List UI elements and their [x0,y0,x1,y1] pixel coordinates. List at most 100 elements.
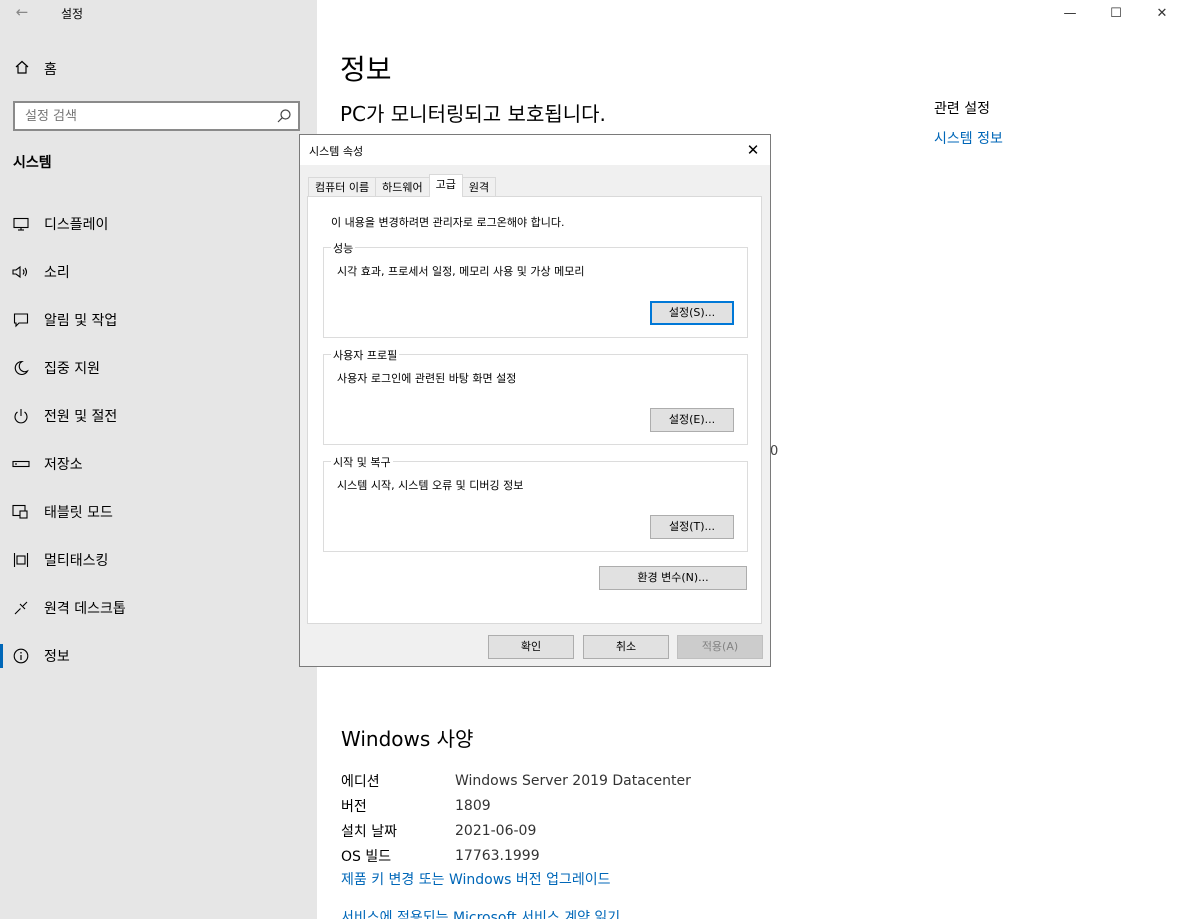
home-icon [12,59,32,79]
window-controls: — ☐ ✕ [1047,0,1185,26]
minimize-icon: — [1063,5,1077,21]
sidebar-item-label: 집중 지원 [44,361,100,377]
close-button[interactable]: ✕ [1139,0,1185,26]
system-info-link[interactable]: 시스템 정보 [934,128,1003,148]
related-settings-heading: 관련 설정 [934,101,990,117]
spec-row: OS 빌드 17763.1999 [341,843,691,868]
group-label: 성능 [331,240,356,256]
protection-status: PC가 모니터링되고 보호됩니다. [340,102,606,126]
environment-variables-button[interactable]: 환경 변수(N)... [599,566,747,590]
close-icon: ✕ [1156,5,1168,21]
group-label: 사용자 프로필 [331,347,400,363]
startup-recovery-group: 시작 및 복구 시스템 시작, 시스템 오류 및 디버깅 정보 설정(T)... [323,454,748,552]
section-title: 시스템 [13,155,52,171]
dialog-title-bar: 시스템 속성 ✕ [300,135,770,165]
sidebar-item-display[interactable]: 디스플레이 [0,200,317,248]
cancel-button[interactable]: 취소 [583,635,669,659]
info-icon [11,648,31,664]
group-description: 시각 효과, 프로세서 일정, 메모리 사용 및 가상 메모리 [337,265,585,278]
spec-key: 에디션 [341,773,380,790]
spec-row: 에디션 Windows Server 2019 Datacenter [341,768,691,793]
upgrade-link[interactable]: 제품 키 변경 또는 Windows 버전 업그레이드 [341,869,620,891]
search-icon[interactable] [276,108,292,124]
spec-row: 버전 1809 [341,793,691,818]
startup-recovery-settings-button[interactable]: 설정(T)... [650,515,734,539]
sidebar-item-label: 소리 [44,265,70,281]
app-title: 설정 [61,7,84,21]
group-description: 사용자 로그인에 관련된 바탕 화면 설정 [337,372,517,385]
partially-hidden-text: 0 [770,444,779,459]
remote-desktop-icon [11,600,31,616]
spec-row: 설치 날짜 2021-06-09 [341,818,691,843]
dialog-title: 시스템 속성 [309,145,364,158]
dialog-close-button[interactable]: ✕ [742,139,764,161]
sidebar-item-label: 홈 [44,62,57,78]
power-icon [11,408,31,424]
sidebar-item-remote-desktop[interactable]: 원격 데스크톱 [0,584,317,632]
multitasking-icon [11,552,31,568]
sidebar-item-multitasking[interactable]: 멀티태스킹 [0,536,317,584]
spec-key: 설치 날짜 [341,823,397,840]
spec-key: OS 빌드 [341,848,392,865]
tab-hardware[interactable]: 하드웨어 [375,177,430,197]
ok-button[interactable]: 확인 [488,635,574,659]
moon-icon [11,360,31,376]
search-box[interactable] [13,101,300,131]
related-settings: 관련 설정 시스템 정보 [934,98,1003,148]
minimize-button[interactable]: — [1047,0,1093,26]
windows-spec-table: 에디션 Windows Server 2019 Datacenter 버전 18… [341,768,691,868]
monitor-icon [11,217,31,231]
sidebar-item-label: 전원 및 절전 [44,409,118,425]
spec-value: 2021-06-09 [455,822,537,839]
back-arrow-icon: ← [15,3,29,21]
back-button[interactable]: ← [12,2,32,22]
sidebar-item-about[interactable]: 정보 [0,632,317,680]
group-label: 시작 및 복구 [331,454,393,470]
tab-remote[interactable]: 원격 [461,177,497,197]
sidebar-item-label: 태블릿 모드 [44,505,113,521]
user-profiles-settings-button[interactable]: 설정(E)... [650,408,734,432]
sidebar-item-label: 디스플레이 [44,217,109,233]
tablet-icon [11,504,31,520]
sidebar-item-label: 멀티태스킹 [44,553,109,569]
sidebar-nav: 디스플레이 소리 알림 및 작업 집중 지원 전원 및 절전 저장소 태블릿 모… [0,200,317,680]
performance-group: 성능 시각 효과, 프로세서 일정, 메모리 사용 및 가상 메모리 설정(S)… [323,240,748,338]
maximize-button[interactable]: ☐ [1093,0,1139,26]
sidebar-item-label: 알림 및 작업 [44,313,118,329]
sidebar-item-label: 저장소 [44,457,83,473]
page-title: 정보 [340,53,392,86]
sidebar-item-storage[interactable]: 저장소 [0,440,317,488]
sidebar-item-notifications[interactable]: 알림 및 작업 [0,296,317,344]
tab-advanced[interactable]: 고급 [428,174,463,197]
sidebar-item-label: 원격 데스크톱 [44,601,126,617]
speaker-icon [11,265,31,279]
spec-links: 제품 키 변경 또는 Windows 버전 업그레이드 서비스에 적용되는 Mi… [341,869,620,919]
spec-value: 1809 [455,797,491,814]
search-input[interactable] [15,103,260,129]
sidebar-item-home[interactable]: 홈 [0,54,317,84]
user-profiles-group: 사용자 프로필 사용자 로그인에 관련된 바탕 화면 설정 설정(E)... [323,347,748,445]
system-properties-dialog: 시스템 속성 ✕ 컴퓨터 이름 하드웨어 고급 원격 이 내용을 변경하려면 관… [299,134,771,667]
spec-value: Windows Server 2019 Datacenter [455,772,691,789]
notification-icon [11,312,31,328]
windows-spec-title: Windows 사양 [341,727,474,751]
maximize-icon: ☐ [1110,5,1122,21]
group-description: 시스템 시작, 시스템 오류 및 디버깅 정보 [337,479,524,492]
sidebar-item-tablet-mode[interactable]: 태블릿 모드 [0,488,317,536]
performance-settings-button[interactable]: 설정(S)... [650,301,734,325]
service-agreement-link[interactable]: 서비스에 적용되는 Microsoft 서비스 계약 읽기 [341,907,620,919]
tab-computer-name[interactable]: 컴퓨터 이름 [308,177,377,197]
apply-button[interactable]: 적용(A) [677,635,763,659]
close-icon: ✕ [746,141,760,159]
storage-icon [11,459,31,469]
dialog-tabs: 컴퓨터 이름 하드웨어 고급 원격 [308,174,497,197]
advanced-tab-panel: 이 내용을 변경하려면 관리자로 로그온해야 합니다. 성능 시각 효과, 프로… [307,196,762,624]
sidebar-item-power[interactable]: 전원 및 절전 [0,392,317,440]
spec-key: 버전 [341,798,367,815]
sidebar-item-focus-assist[interactable]: 집중 지원 [0,344,317,392]
spec-value: 17763.1999 [455,847,540,864]
title-bar: ← 설정 [0,0,317,26]
admin-notice: 이 내용을 변경하려면 관리자로 로그온해야 합니다. [331,216,565,229]
sidebar-item-sound[interactable]: 소리 [0,248,317,296]
sidebar: ← 설정 홈 시스템 디스플레이 소리 [0,0,317,919]
